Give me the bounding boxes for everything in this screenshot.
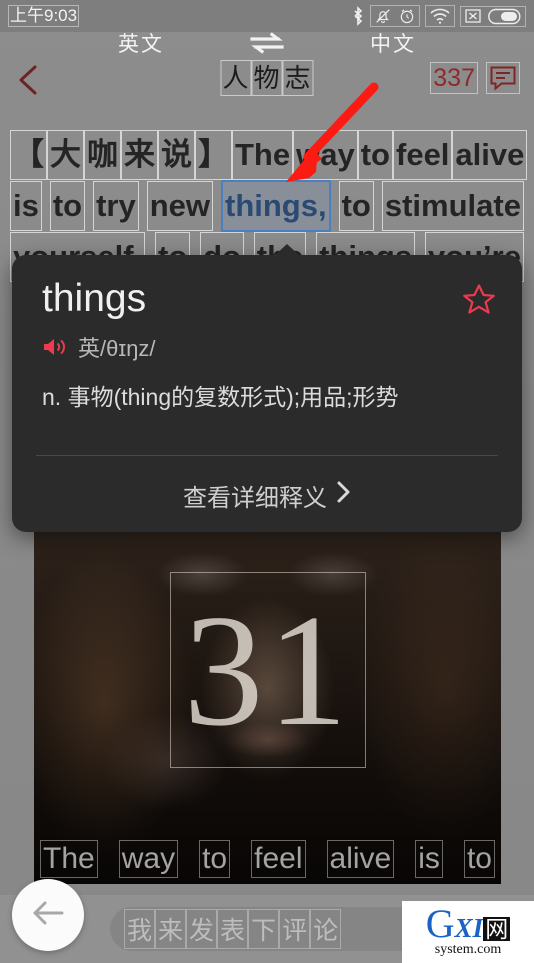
back-chevron-icon[interactable]: [14, 63, 44, 95]
watermark-domain: system.com: [434, 941, 502, 957]
article-word[interactable]: 】: [195, 130, 232, 180]
article-word[interactable]: new: [146, 181, 214, 231]
comment-placeholder-char: 下: [248, 909, 280, 949]
article-line: 【 大 咖 来 说 】 The way to feel alive: [10, 130, 528, 180]
article-word[interactable]: way: [293, 130, 358, 180]
comment-count[interactable]: 337: [430, 62, 478, 94]
caption-word[interactable]: alive: [326, 840, 395, 878]
article-word[interactable]: stimulate: [381, 181, 524, 231]
page-title-char: 物: [251, 60, 283, 96]
watermark-g: G: [425, 900, 455, 946]
phonetic-row: 英/θɪŋz/: [12, 323, 522, 363]
article-word[interactable]: to: [49, 181, 86, 231]
image-caption: The way to feel alive is to: [34, 840, 501, 878]
popup-header: things: [12, 255, 522, 323]
back-arrow-icon: [29, 897, 67, 934]
article-word[interactable]: 咖: [84, 130, 121, 180]
image-number: 31: [183, 581, 352, 759]
caption-word[interactable]: way: [118, 840, 179, 878]
article-word[interactable]: 大: [47, 130, 84, 180]
page-title: 人 物 志: [220, 60, 314, 96]
article-word[interactable]: 说: [158, 130, 195, 180]
article-image[interactable]: 31 The way to feel alive is to: [34, 524, 501, 884]
article-word[interactable]: feel: [393, 130, 453, 180]
chevron-right-icon: [335, 480, 351, 511]
nav-right-actions: 337: [430, 62, 520, 94]
article-line: is to try new things, to stimulate: [10, 180, 524, 232]
phonetic-text: 英/θɪŋz/: [78, 336, 156, 361]
app-screen: 上午9:03 英文 中文 人 物 志 337 【 大 咖 来 说 】 The w…: [0, 0, 534, 963]
view-detail-label: 查看详细释义: [183, 485, 327, 512]
comment-placeholder-char: 论: [310, 909, 342, 949]
dictionary-popup: things 英/θɪŋz/ n. 事物(thing的复数形式);用品;形势 查…: [12, 244, 522, 532]
watermark-wang: 网: [483, 915, 511, 942]
definition-text: n. 事物(thing的复数形式);用品;形势: [42, 384, 399, 410]
selected-word[interactable]: things,: [221, 180, 331, 232]
watermark: G XI 网 system.com: [402, 901, 534, 963]
swap-arrows-icon[interactable]: [250, 32, 284, 54]
language-source[interactable]: 英文: [118, 28, 164, 58]
article-word[interactable]: alive: [452, 130, 528, 180]
article-word[interactable]: is: [10, 181, 42, 231]
watermark-brand: G XI 网: [425, 900, 511, 946]
star-outline-icon[interactable]: [462, 283, 496, 317]
watermark-xi: XI: [454, 912, 484, 943]
popup-caret: [274, 244, 300, 256]
dictionary-word: things: [42, 277, 147, 320]
caption-word[interactable]: feel: [251, 840, 306, 878]
caption-word[interactable]: The: [40, 840, 98, 878]
comment-placeholder-char: 来: [155, 909, 187, 949]
article-word[interactable]: 来: [121, 130, 158, 180]
article-word[interactable]: to: [357, 130, 393, 180]
comment-placeholder-char: 发: [186, 909, 218, 949]
article-word[interactable]: The: [232, 130, 294, 180]
comment-placeholder-char: 我: [124, 909, 156, 949]
caption-word[interactable]: is: [415, 840, 443, 878]
page-title-char: 志: [282, 60, 314, 96]
comment-placeholder-char: 评: [279, 909, 311, 949]
comment-bubble-icon[interactable]: [486, 62, 520, 94]
caption-word[interactable]: to: [463, 840, 495, 878]
speaker-icon[interactable]: [42, 335, 68, 359]
popup-divider: [36, 455, 498, 456]
view-detail-button[interactable]: 查看详细释义: [12, 478, 522, 513]
nav-bar: 人 物 志 337: [0, 56, 534, 100]
floating-back-button[interactable]: [12, 879, 84, 951]
caption-word[interactable]: to: [199, 840, 231, 878]
article-word[interactable]: 【: [10, 130, 47, 180]
page-title-char: 人: [220, 60, 252, 96]
article-word[interactable]: to: [338, 181, 374, 231]
language-target[interactable]: 中文: [370, 28, 416, 58]
comment-placeholder-char: 表: [217, 909, 249, 949]
article-word[interactable]: try: [93, 181, 139, 231]
image-number-frame: 31: [169, 572, 366, 768]
